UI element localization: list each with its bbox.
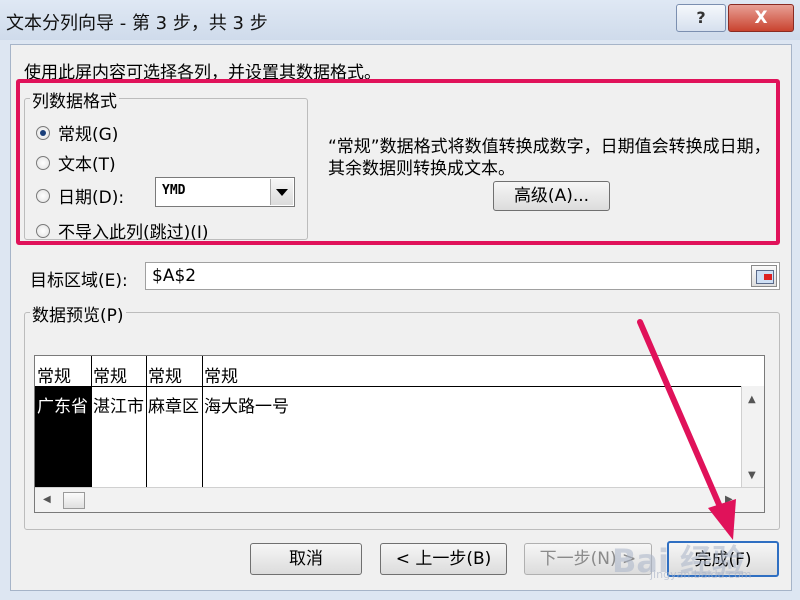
preview-column[interactable]: 常规 广东省: [35, 356, 91, 487]
preview-column[interactable]: 常规 海大路一号: [202, 356, 741, 487]
destination-value: $A$2: [152, 266, 197, 286]
scroll-down-icon[interactable]: ▼: [748, 470, 756, 481]
column-divider[interactable]: [202, 356, 203, 487]
column-divider[interactable]: [146, 356, 147, 487]
destination-label: 目标区域(E):: [30, 271, 128, 291]
scroll-up-icon[interactable]: ▲: [748, 394, 756, 405]
horizontal-scrollbar[interactable]: ◀ ▶: [35, 487, 764, 512]
cancel-button[interactable]: 取消: [250, 543, 362, 575]
close-button[interactable]: X: [728, 4, 794, 32]
help-button[interactable]: ?: [676, 4, 726, 32]
column-header: 常规: [148, 367, 182, 387]
highlight-annotation: [16, 79, 780, 245]
header-separator: [35, 386, 741, 387]
scroll-thumb[interactable]: [63, 492, 85, 509]
preview-cell: 麻章区: [148, 397, 199, 417]
back-button[interactable]: < 上一步(B): [380, 543, 507, 575]
preview-cell: 海大路一号: [204, 397, 289, 417]
preview-cell: 广东省: [37, 397, 88, 417]
title-bar: 文本分列向导 - 第 3 步，共 3 步 ? X: [0, 0, 800, 40]
watermark-url: jingyan.baidu.com: [650, 568, 752, 581]
collapse-dialog-icon[interactable]: [751, 265, 777, 287]
column-header: 常规: [204, 367, 238, 387]
scroll-right-icon[interactable]: ▶: [725, 494, 733, 505]
data-preview[interactable]: 常规 广东省 常规 湛江市 常规 麻章区 常规 海大路一号 ▲ ▼ ◀ ▶: [34, 355, 765, 513]
preview-column[interactable]: 常规 麻章区: [146, 356, 202, 487]
vertical-scrollbar[interactable]: ▲ ▼: [741, 386, 764, 487]
preview-label: 数据预览(P): [30, 301, 126, 326]
column-header: 常规: [93, 367, 127, 387]
preview-column[interactable]: 常规 湛江市: [91, 356, 146, 487]
column-divider[interactable]: [91, 356, 92, 487]
preview-cell: 湛江市: [93, 397, 144, 417]
scroll-left-icon[interactable]: ◀: [43, 494, 51, 505]
column-header: 常规: [37, 367, 71, 387]
destination-input[interactable]: $A$2: [145, 262, 780, 290]
window-title: 文本分列向导 - 第 3 步，共 3 步: [6, 13, 268, 34]
